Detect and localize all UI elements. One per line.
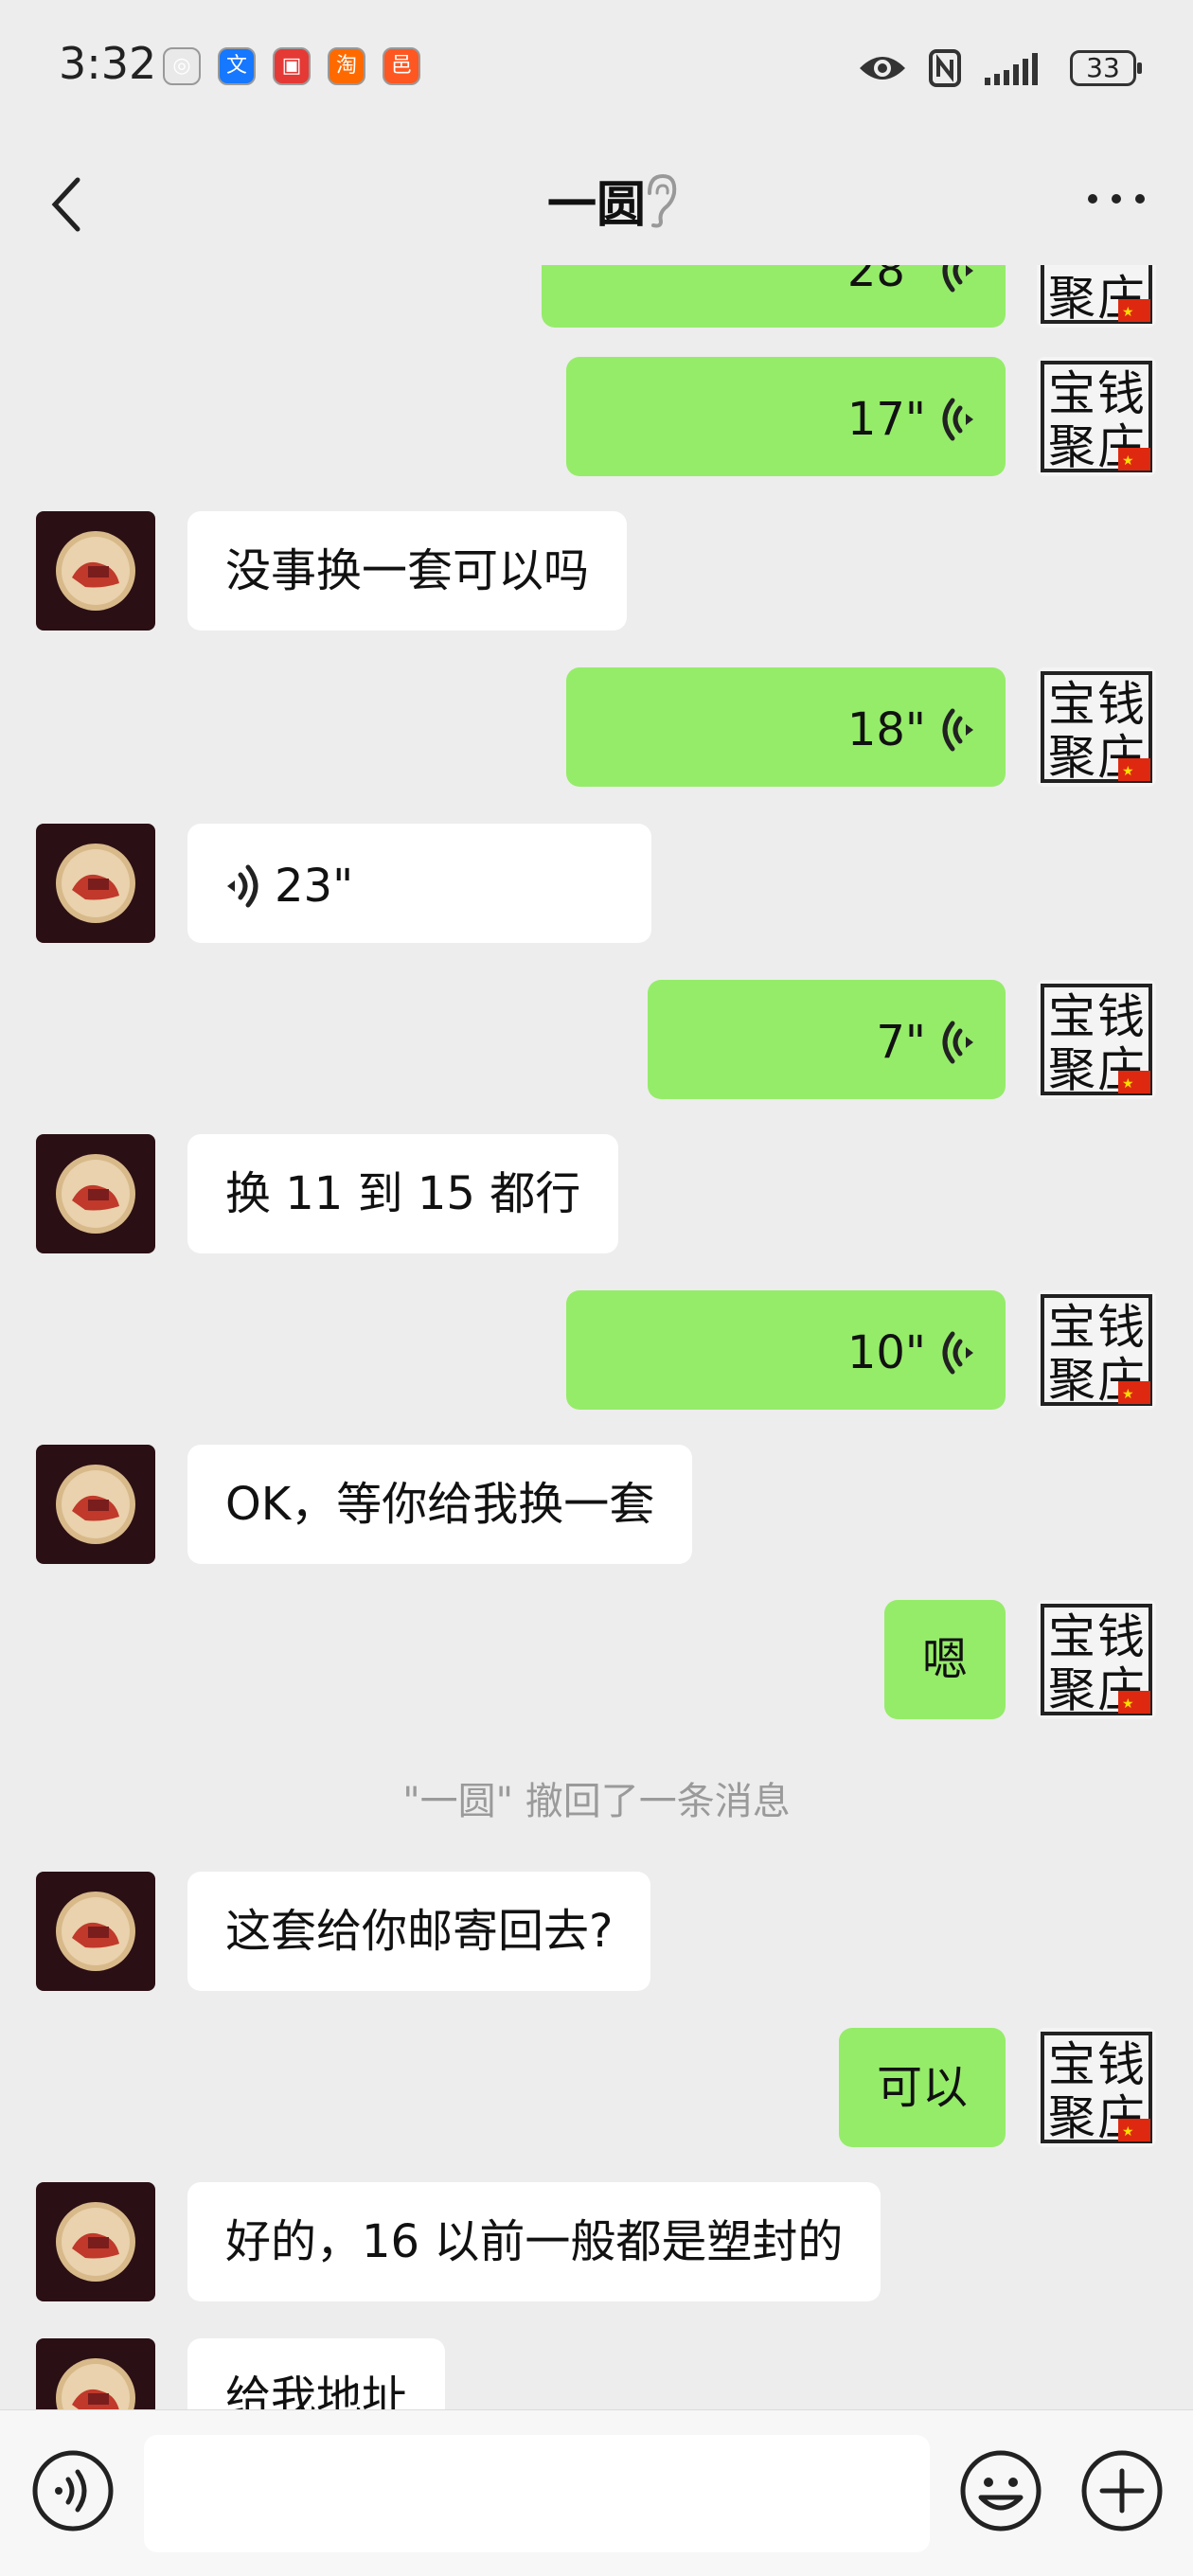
status-time: 3:32 xyxy=(59,38,157,89)
svg-text:聚: 聚 xyxy=(1048,271,1095,326)
voice-duration: 28" xyxy=(846,265,926,297)
text-message-bubble[interactable]: 嗯 xyxy=(883,1600,1006,1719)
voice-wave-icon xyxy=(227,864,258,908)
svg-text:★: ★ xyxy=(1122,1387,1134,1402)
svg-text:★: ★ xyxy=(1122,1697,1134,1712)
voice-message-bubble[interactable]: 7" xyxy=(648,980,1006,1099)
status-bar: 3:32 ◎ 文 ▣ 淘邑 33 xyxy=(0,0,1193,133)
voice-message-bubble[interactable]: 28" xyxy=(542,265,1006,328)
battery-icon: 33 xyxy=(1070,50,1142,86)
voice-message-bubble[interactable]: 10" xyxy=(566,1290,1006,1410)
text-message-bubble[interactable]: 给我地址 xyxy=(187,2338,446,2409)
svg-text:宝: 宝 xyxy=(1048,1300,1095,1355)
voice-wave-icon xyxy=(942,1021,973,1064)
svg-text:聚: 聚 xyxy=(1048,2090,1095,2145)
svg-text:宝: 宝 xyxy=(1048,677,1095,732)
svg-text:宝: 宝 xyxy=(1048,366,1095,421)
my-avatar[interactable]: 宝钱聚庄★ xyxy=(1037,265,1156,328)
contact-avatar[interactable] xyxy=(36,2338,155,2409)
eye-icon xyxy=(860,57,905,80)
voice-wave-icon xyxy=(942,1331,973,1375)
chat-title[interactable]: 一圆 xyxy=(0,165,1193,236)
contact-avatar[interactable] xyxy=(36,1872,155,1991)
svg-text:聚: 聚 xyxy=(1048,1662,1095,1717)
voice-message-bubble[interactable]: 18" xyxy=(566,667,1006,787)
signal-icon xyxy=(985,53,1038,85)
text-message-bubble[interactable]: 可以 xyxy=(838,2028,1006,2147)
voice-input-icon[interactable] xyxy=(30,2448,116,2533)
app-icon-1: ◎ xyxy=(163,47,201,85)
voice-wave-icon xyxy=(942,708,973,752)
my-avatar[interactable]: 宝钱聚庄★ xyxy=(1037,980,1156,1099)
earpiece-icon xyxy=(648,173,677,228)
voice-wave-icon xyxy=(942,398,973,441)
svg-text:聚: 聚 xyxy=(1048,730,1095,785)
svg-text:钱: 钱 xyxy=(1097,989,1145,1044)
my-avatar[interactable]: 宝钱聚庄★ xyxy=(1037,1290,1156,1410)
svg-text:钱: 钱 xyxy=(1097,1300,1145,1355)
chat-message-list[interactable]: 宝钱聚庄★28"宝钱聚庄★17"没事换一套可以吗宝钱聚庄★18"23"宝钱聚庄★… xyxy=(0,265,1193,2409)
my-avatar[interactable]: 宝钱聚庄★ xyxy=(1037,2028,1156,2147)
svg-text:★: ★ xyxy=(1122,453,1134,469)
svg-text:钱: 钱 xyxy=(1097,366,1145,421)
svg-text:★: ★ xyxy=(1122,2124,1134,2140)
contact-avatar[interactable] xyxy=(36,824,155,943)
my-avatar[interactable]: 宝钱聚庄★ xyxy=(1037,357,1156,476)
chat-header: 一圆 xyxy=(0,133,1193,265)
svg-text:聚: 聚 xyxy=(1048,1042,1095,1097)
status-right: 33 xyxy=(858,42,1142,95)
voice-message-bubble[interactable]: 17" xyxy=(566,357,1006,476)
svg-text:聚: 聚 xyxy=(1048,1353,1095,1408)
svg-text:钱: 钱 xyxy=(1097,677,1145,732)
app-icon-3: ▣ xyxy=(273,47,311,85)
contact-avatar[interactable] xyxy=(36,511,155,631)
text-message-bubble[interactable]: 换 11 到 15 都行 xyxy=(187,1134,619,1253)
contact-avatar[interactable] xyxy=(36,1445,155,1564)
emoji-icon[interactable] xyxy=(958,2448,1043,2533)
recall-notice: "一圆" 撤回了一条消息 xyxy=(402,1780,791,1823)
input-bar xyxy=(0,2409,1193,2576)
svg-text:宝: 宝 xyxy=(1048,989,1095,1044)
voice-message-bubble[interactable]: 23" xyxy=(187,824,651,943)
more-icon[interactable] xyxy=(1083,178,1149,220)
svg-text:聚: 聚 xyxy=(1048,419,1095,474)
text-message-bubble[interactable]: 好的，16 以前一般都是塑封的 xyxy=(187,2182,881,2301)
message-input[interactable] xyxy=(144,2435,930,2552)
voice-duration: 18" xyxy=(846,703,926,756)
text-message-bubble[interactable]: OK，等你给我换一套 xyxy=(187,1445,693,1564)
text-message-bubble[interactable]: 这套给你邮寄回去? xyxy=(187,1872,651,1991)
svg-text:★: ★ xyxy=(1122,1076,1134,1092)
my-avatar[interactable]: 宝钱聚庄★ xyxy=(1037,1600,1156,1719)
voice-duration: 17" xyxy=(846,393,926,446)
voice-duration: 7" xyxy=(876,1016,926,1069)
svg-text:宝: 宝 xyxy=(1048,2037,1095,2092)
voice-wave-icon xyxy=(942,265,973,293)
app-icon-2: 文 xyxy=(218,47,256,85)
svg-text:钱: 钱 xyxy=(1097,1609,1145,1664)
svg-text:★: ★ xyxy=(1122,764,1134,779)
svg-text:钱: 钱 xyxy=(1097,2037,1145,2092)
text-message-bubble[interactable]: 没事换一套可以吗 xyxy=(187,511,628,631)
my-avatar[interactable]: 宝钱聚庄★ xyxy=(1037,667,1156,787)
voice-duration: 10" xyxy=(846,1326,926,1379)
svg-text:★: ★ xyxy=(1122,305,1134,320)
svg-text:宝: 宝 xyxy=(1048,1609,1095,1664)
app-icon-5: 邑 xyxy=(383,47,420,85)
plus-icon[interactable] xyxy=(1079,2448,1165,2533)
app-icon-4: 淘 xyxy=(328,47,365,85)
nfc-icon xyxy=(929,49,961,87)
contact-avatar[interactable] xyxy=(36,1134,155,1253)
contact-avatar[interactable] xyxy=(36,2182,155,2301)
voice-duration: 23" xyxy=(275,860,354,913)
